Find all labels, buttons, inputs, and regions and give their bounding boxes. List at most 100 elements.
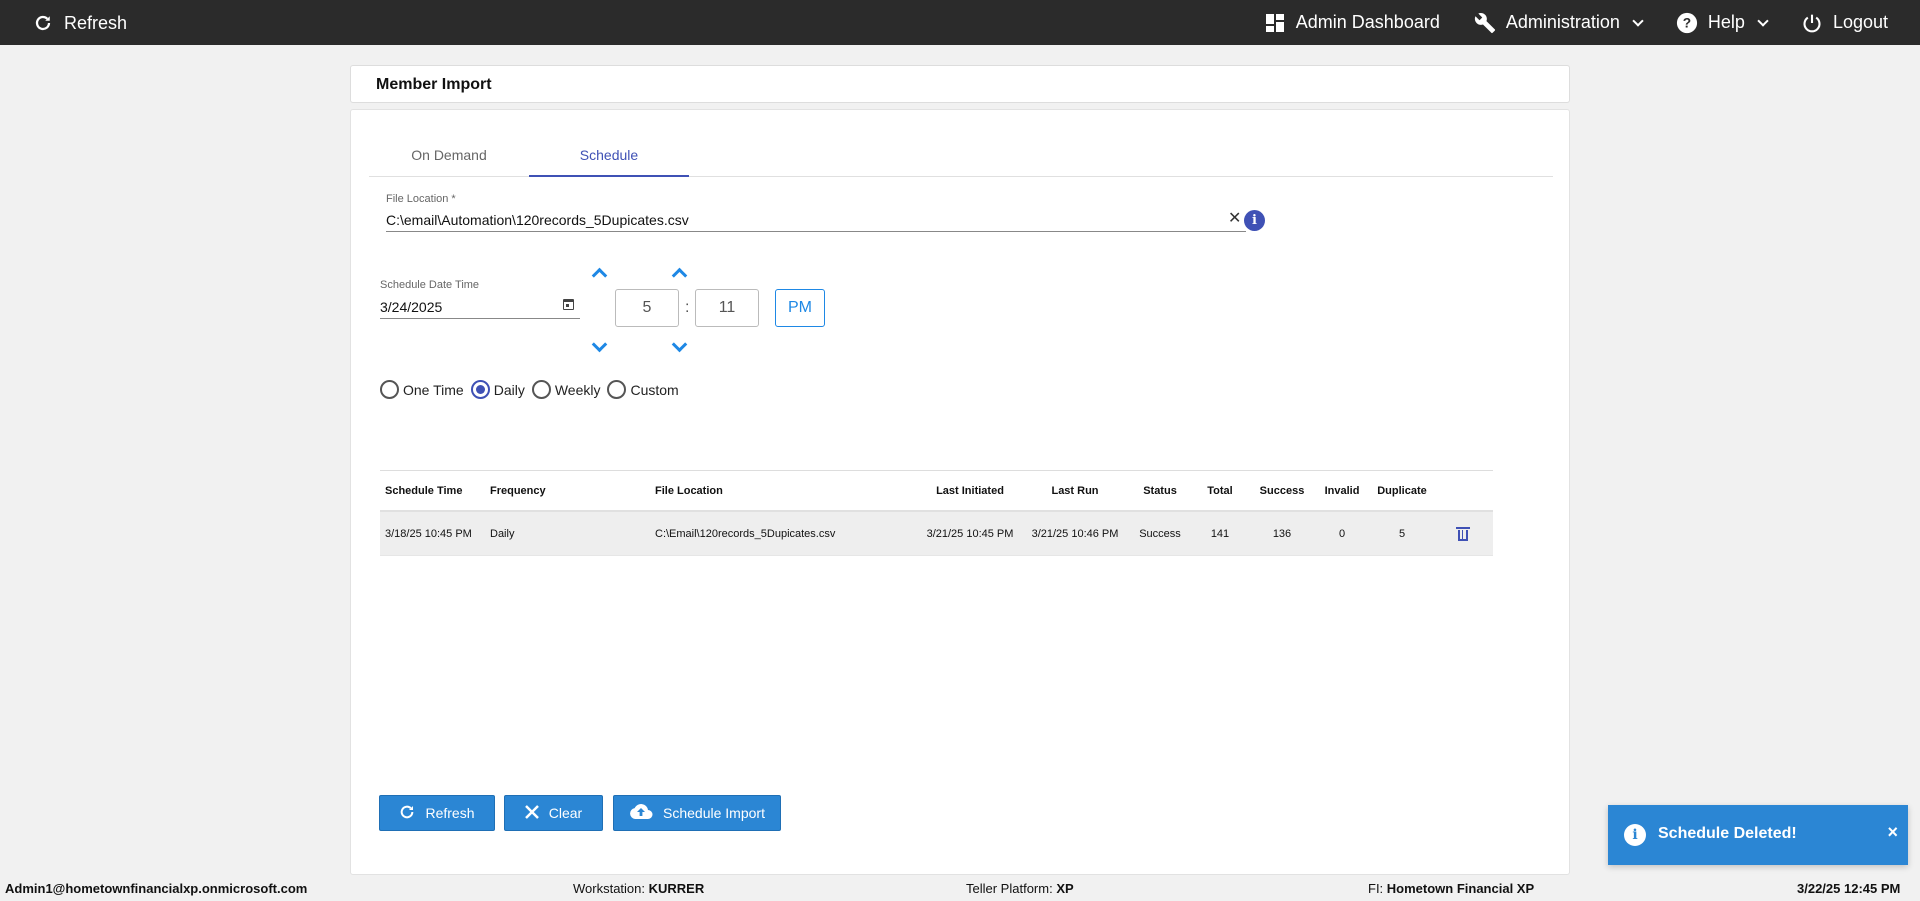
footer-fi: FI: Hometown Financial XP [1368,881,1534,896]
file-location-input[interactable] [386,208,1246,232]
chevron-down-icon [1757,14,1769,27]
refresh-button-label: Refresh [425,805,475,821]
minute-up-chevron-icon[interactable] [671,265,685,279]
cloud-upload-icon [629,803,653,824]
power-icon [1801,12,1823,34]
radio-custom[interactable]: Custom [607,380,679,399]
cell-success: 136 [1272,527,1292,540]
footer-platform: Teller Platform: XP [966,881,1074,896]
radio-button-icon [531,380,551,399]
refresh-icon [399,804,415,823]
info-icon[interactable]: i [1244,210,1265,231]
member-import-panel: On Demand Schedule File Location * ✕ i S… [350,109,1570,875]
hour-up-chevron-icon[interactable] [591,265,605,279]
tab-schedule[interactable]: Schedule [529,132,689,177]
help-label: Help [1707,12,1745,32]
toast-close-icon[interactable]: × [1887,822,1898,843]
column-header-schedule-time[interactable]: Schedule Time [385,471,462,510]
calendar-icon[interactable] [563,299,574,310]
minute-down-chevron-icon[interactable] [671,339,685,353]
footer-platform-value: XP [1056,881,1074,896]
svg-text:?: ? [1683,15,1691,30]
column-header-total[interactable]: Total [1195,471,1245,510]
help-menu[interactable]: ? Help [1676,12,1769,34]
clear-button[interactable]: Clear [504,795,603,831]
hour-down-chevron-icon[interactable] [591,339,605,353]
top-navigation-bar: Refresh Admin Dashboard Administration ?… [0,0,1920,45]
admin-dashboard-link[interactable]: Admin Dashboard [1264,12,1440,34]
cell-duplicate: 5 [1398,527,1406,540]
admin-dashboard-label: Admin Dashboard [1295,12,1440,32]
wrench-icon [1474,12,1496,34]
page-title: Member Import [376,76,492,93]
file-location-label: File Location * [386,193,456,205]
column-header-last-run[interactable]: Last Run [1025,471,1125,510]
schedule-date-time-label: Schedule Date Time [380,279,480,291]
tab-bar: On Demand Schedule [369,132,1553,177]
topbar-refresh-label: Refresh [64,12,128,33]
footer-fi-label: FI: [1368,881,1387,896]
ampm-toggle-button[interactable]: PM [775,289,825,327]
tab-on-demand[interactable]: On Demand [369,132,529,177]
column-header-frequency[interactable]: Frequency [490,471,546,510]
footer-workstation-label: Workstation: [573,881,649,896]
footer-platform-label: Teller Platform: [966,881,1057,896]
cell-last-run: 3/21/25 10:46 PM [1031,527,1119,540]
toast-notification: i Schedule Deleted! × [1608,805,1908,865]
cell-invalid: 0 [1338,527,1346,540]
info-icon: i [1624,824,1646,846]
schedule-date-input[interactable] [380,295,580,319]
hour-input[interactable]: 5 [615,289,679,327]
radio-button-checked-icon [470,380,490,399]
schedule-table: Schedule Time Frequency File Location La… [380,470,1493,556]
column-header-last-initiated[interactable]: Last Initiated [920,471,1020,510]
column-header-success[interactable]: Success [1250,471,1314,510]
table-header-row: Schedule Time Frequency File Location La… [380,470,1493,512]
column-header-file-location[interactable]: File Location [655,471,723,510]
trash-icon [1456,526,1470,541]
administration-menu[interactable]: Administration [1474,12,1644,34]
administration-label: Administration [1505,12,1620,32]
schedule-import-button-label: Schedule Import [663,805,765,821]
page-title-card: Member Import [350,65,1570,103]
radio-one-time-label: One Time [403,381,464,398]
cell-schedule-time: 3/18/25 10:45 PM [385,527,472,540]
chevron-down-icon [1632,14,1644,27]
footer-datetime: 3/22/25 12:45 PM [1797,881,1901,896]
radio-daily-label: Daily [493,381,525,398]
cell-file-location: C:\Email\120records_5Dupicates.csv [655,527,836,540]
dashboard-icon [1264,12,1286,34]
delete-schedule-button[interactable] [1448,512,1478,555]
column-header-status[interactable]: Status [1125,471,1195,510]
minute-input[interactable]: 11 [695,289,759,327]
radio-custom-label: Custom [630,381,679,398]
footer-workstation: Workstation: KURRER [573,881,704,896]
frequency-radio-group: One Time Daily Weekly Custom [380,380,686,399]
cell-frequency: Daily [490,527,515,540]
cell-last-initiated: 3/21/25 10:45 PM [926,527,1014,540]
footer-fi-value: Hometown Financial XP [1386,881,1535,896]
radio-daily[interactable]: Daily [470,380,525,399]
help-icon: ? [1676,12,1698,34]
footer-workstation-value: KURRER [648,881,705,896]
toast-message: Schedule Deleted! [1658,825,1797,842]
column-header-invalid[interactable]: Invalid [1316,471,1368,510]
radio-button-icon [380,380,399,399]
table-row[interactable]: 3/18/25 10:45 PM Daily C:\Email\120recor… [380,512,1493,556]
close-icon [524,804,539,822]
radio-one-time[interactable]: One Time [380,380,464,399]
clear-file-icon[interactable]: ✕ [1228,208,1241,228]
schedule-import-button[interactable]: Schedule Import [613,795,781,831]
radio-weekly-label: Weekly [554,381,601,398]
logout-button[interactable]: Logout [1801,12,1888,34]
footer-user: Admin1@hometownfinancialxp.onmicrosoft.c… [5,881,308,896]
logout-label: Logout [1832,12,1888,32]
topbar-refresh-button[interactable]: Refresh [32,12,127,34]
radio-weekly[interactable]: Weekly [531,380,601,399]
clear-button-label: Clear [548,805,583,821]
radio-button-icon [607,380,627,399]
refresh-button[interactable]: Refresh [379,795,495,831]
column-header-duplicate[interactable]: Duplicate [1371,471,1433,510]
cell-status: Success [1139,527,1181,540]
status-bar: Admin1@hometownfinancialxp.onmicrosoft.c… [0,877,1920,901]
